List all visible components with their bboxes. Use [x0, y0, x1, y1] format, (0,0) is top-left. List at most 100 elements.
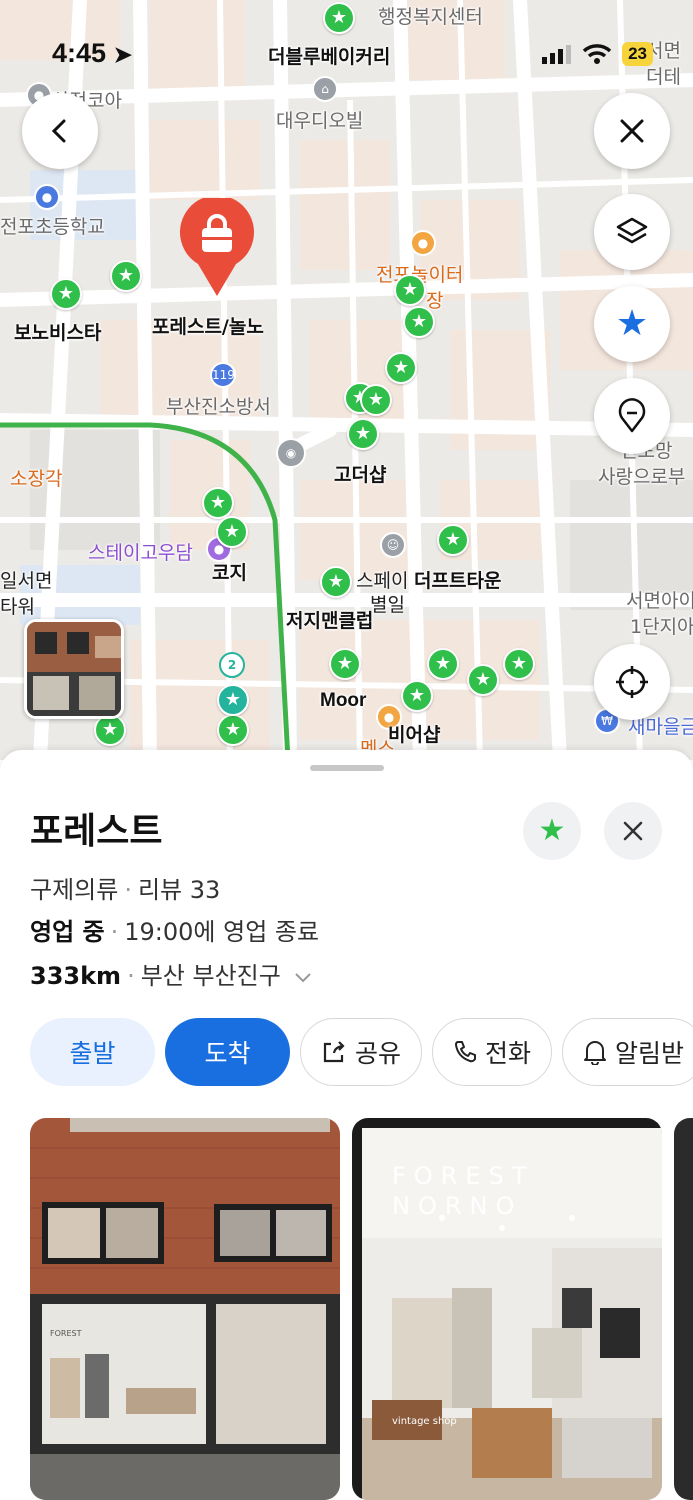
depart-button[interactable]: 출발 — [30, 1018, 155, 1086]
map-label: 대우디오빌 — [276, 110, 364, 132]
review-count[interactable]: 리뷰 33 — [138, 876, 220, 904]
map-label: 별일 — [370, 594, 405, 616]
close-map-button[interactable] — [594, 93, 670, 169]
storefront-photo: FOREST — [30, 1118, 340, 1500]
saved-place-star-icon[interactable]: ★ — [347, 418, 379, 450]
saved-place-star-icon[interactable]: ★ — [323, 2, 355, 34]
open-status: 영업 중 — [30, 918, 105, 946]
map-label: 스페이 — [356, 570, 409, 592]
place-title: 포레스트 — [30, 811, 163, 852]
saved-place-star-icon[interactable]: ★ — [320, 566, 352, 598]
hours-line[interactable]: 영업 중 · 19:00에 영업 종료 — [30, 912, 319, 947]
saved-place-star-icon[interactable]: ★ — [427, 648, 459, 680]
map-label: 서면아이 — [626, 590, 693, 612]
location-arrow-icon: ➤ — [113, 42, 132, 67]
back-button[interactable] — [22, 93, 98, 169]
my-places-button[interactable] — [594, 378, 670, 454]
close-icon — [623, 821, 643, 841]
map-label: 보노비스타 — [14, 322, 102, 344]
map-label: 포레스트/놀노 — [152, 316, 264, 338]
map-view[interactable]: ⌂ ● ● ● 119 ◉ ● ☺ ● ₩ 행정복지센터 더블루베이커리 삼정코… — [0, 0, 693, 760]
saved-place-star-icon[interactable]: ★ — [467, 664, 499, 696]
action-buttons-row: 출발 도착 공유 전화 알림받 — [30, 1018, 693, 1086]
location-pin-icon — [618, 398, 646, 433]
map-label: 스테이고우담 — [88, 542, 193, 564]
status-icons: 23 — [542, 42, 653, 66]
map-label: 더프트타운 — [414, 570, 502, 592]
saved-place-star-icon[interactable]: ★ — [401, 680, 433, 712]
cellular-signal-icon — [542, 45, 572, 64]
notify-label: 알림받 — [615, 1039, 685, 1068]
layers-button[interactable] — [594, 194, 670, 270]
star-icon: ★ — [538, 813, 566, 848]
saved-place-star-icon[interactable]: ★ — [503, 648, 535, 680]
selected-place-pin[interactable] — [178, 195, 256, 298]
saved-place-star-icon[interactable]: ★ — [403, 306, 435, 338]
arrive-button[interactable]: 도착 — [165, 1018, 290, 1086]
sheet-grabber[interactable] — [310, 765, 384, 771]
store-sign-line2: NORNO — [392, 1192, 522, 1220]
saved-place-star-icon[interactable]: ★ — [216, 516, 248, 548]
notify-button[interactable]: 알림받 — [562, 1018, 693, 1086]
photo-storefront[interactable]: FOREST — [30, 1118, 340, 1500]
vintage-shop-sign: vintage shop — [392, 1416, 457, 1427]
map-label: 소장각 — [10, 468, 63, 490]
separator-dot: · — [127, 962, 135, 990]
star-icon: ★ — [615, 303, 649, 344]
separator-dot: · — [124, 876, 132, 904]
map-label: Moor — [320, 690, 367, 711]
battery-indicator: 23 — [622, 42, 653, 66]
bell-icon — [584, 1041, 607, 1065]
saved-place-star-icon[interactable]: ★ — [394, 274, 426, 306]
map-label: 코지 — [212, 562, 247, 584]
cluster-count-badge[interactable]: 2 — [219, 652, 245, 678]
share-button[interactable]: 공유 — [300, 1018, 423, 1086]
saved-place-star-icon[interactable]: ★ — [360, 384, 392, 416]
save-favorite-button[interactable]: ★ — [523, 802, 581, 860]
close-sheet-button[interactable] — [604, 802, 662, 860]
chevron-left-icon — [51, 119, 66, 143]
photo-carousel[interactable]: FOREST FOREST NORNO vintage shop — [30, 1118, 693, 1500]
share-icon — [323, 1041, 345, 1063]
call-button[interactable]: 전화 — [432, 1018, 553, 1086]
building-icon[interactable]: ⌂ — [312, 76, 338, 102]
wifi-icon — [582, 44, 612, 64]
saved-place-star-icon[interactable]: ★ — [329, 648, 361, 680]
saved-place-star-icon[interactable]: ★ — [385, 352, 417, 384]
chevron-down-icon — [295, 973, 312, 983]
saved-place-star-icon[interactable]: ★ — [217, 714, 249, 746]
current-location-button[interactable] — [594, 644, 670, 720]
share-label: 공유 — [355, 1039, 402, 1068]
cctv-icon[interactable]: ◉ — [276, 438, 306, 468]
favorites-button[interactable]: ★ — [594, 286, 670, 362]
shopping-bag-pin-icon — [180, 195, 254, 296]
store-sign-line1: FOREST — [392, 1162, 534, 1190]
saved-place-star-icon[interactable]: ★ — [437, 524, 469, 556]
location-line[interactable]: 333km · 부산 부산진구 — [30, 956, 312, 991]
map-label: 부산진소방서 — [166, 396, 271, 418]
playground-icon[interactable]: ● — [410, 230, 436, 256]
map-label: 고더샵 — [334, 464, 387, 486]
map-label: 행정복지센터 — [378, 6, 483, 28]
street-view-thumbnail[interactable] — [24, 619, 124, 719]
distance-text: 333km — [30, 962, 122, 990]
map-label: 일서면 — [0, 570, 53, 592]
saved-place-star-icon[interactable]: ★ — [50, 278, 82, 310]
face-icon[interactable]: ☺ — [380, 532, 406, 558]
time-text: 4:45 — [52, 38, 107, 68]
separator-dot: · — [110, 918, 119, 946]
crosshair-icon — [616, 666, 648, 698]
saved-place-star-icon[interactable]: ★ — [110, 260, 142, 292]
saved-place-star-icon[interactable]: ★ — [202, 487, 234, 519]
status-time: 4:45 ➤ — [52, 38, 132, 69]
school-icon[interactable]: ● — [34, 184, 60, 210]
close-icon — [620, 119, 644, 143]
saved-place-star-icon[interactable]: ★ — [217, 684, 249, 716]
region-text: 부산 부산진구 — [140, 962, 281, 990]
map-label: 비어샵 — [388, 724, 441, 746]
closing-time: 19:00에 영업 종료 — [124, 918, 320, 946]
fire-station-icon[interactable]: 119 — [210, 362, 236, 388]
photo-next-partial[interactable] — [674, 1118, 693, 1500]
photo-interior[interactable]: FOREST NORNO vintage shop — [352, 1118, 662, 1500]
storefront-sign: FOREST — [50, 1329, 82, 1338]
